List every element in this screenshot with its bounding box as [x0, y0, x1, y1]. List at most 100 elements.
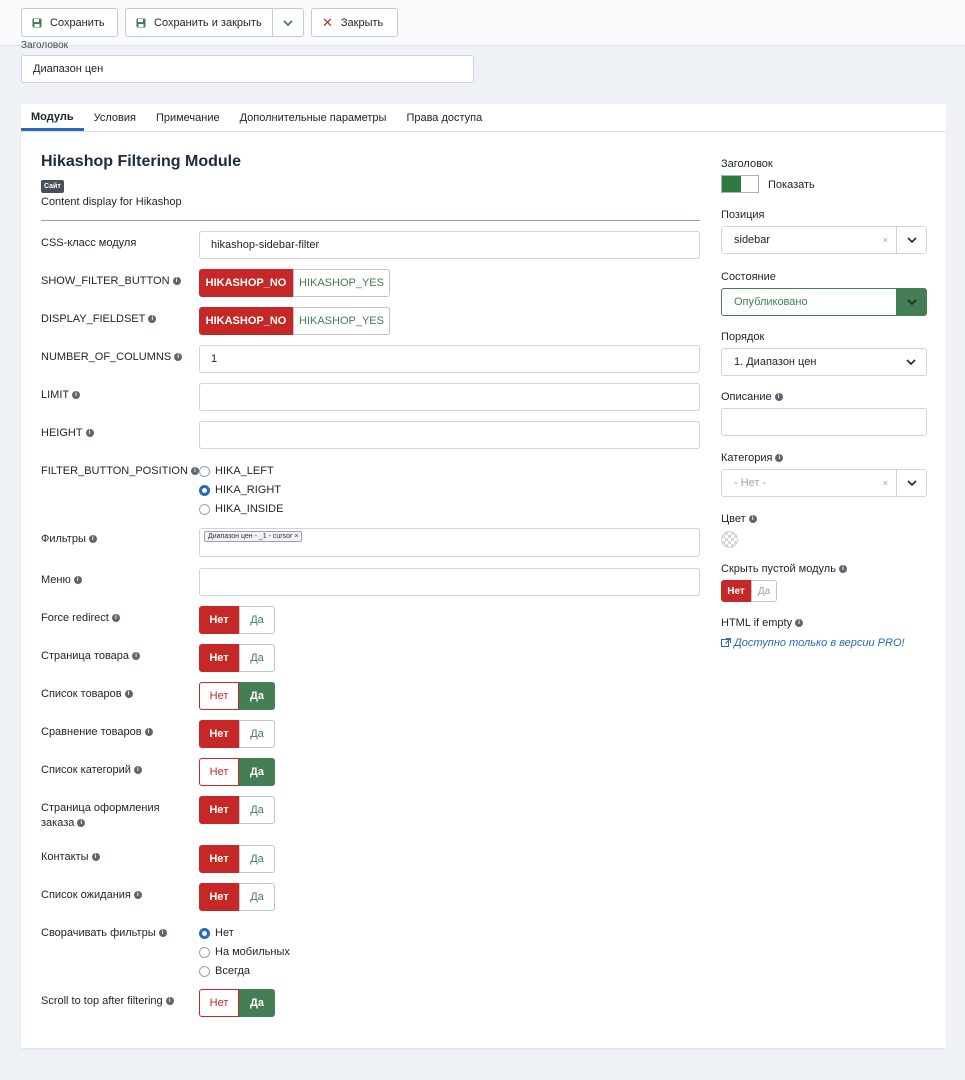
option-yes[interactable]: Да: [239, 606, 275, 634]
clear-icon[interactable]: ×: [883, 235, 896, 245]
tab-permissions[interactable]: Права доступа: [396, 104, 492, 131]
position-select[interactable]: sidebar ×: [721, 226, 927, 254]
radio-hika-left[interactable]: HIKA_LEFT: [199, 465, 274, 477]
info-icon: i: [133, 766, 142, 774]
chevron-down-icon[interactable]: [896, 470, 926, 496]
info-icon: i: [774, 393, 783, 401]
color-swatch[interactable]: [721, 531, 738, 548]
product-page-label: Страница товара i: [41, 649, 141, 664]
option-yes[interactable]: HIKASHOP_YES: [293, 269, 390, 297]
save-options-dropdown[interactable]: [272, 8, 304, 37]
option-no[interactable]: Нет: [199, 644, 239, 672]
tab-conditions[interactable]: Условия: [84, 104, 146, 131]
hide-empty-toggle: Нет Да: [721, 580, 777, 602]
info-icon: i: [838, 565, 847, 573]
collapse-filters-label: Сворачивать фильтры i: [41, 926, 167, 941]
tab-advanced[interactable]: Дополнительные параметры: [230, 104, 397, 131]
radio-collapse-always[interactable]: Всегда: [199, 965, 250, 977]
state-select[interactable]: Опубликовано: [721, 288, 927, 316]
option-yes[interactable]: Да: [239, 845, 275, 873]
checkout-page-toggle: Нет Да: [199, 796, 275, 824]
option-yes[interactable]: Да: [751, 580, 777, 602]
info-icon: i: [133, 891, 142, 899]
option-yes[interactable]: Да: [239, 989, 275, 1017]
radio-hika-right[interactable]: HIKA_RIGHT: [199, 484, 281, 496]
menu-input[interactable]: [199, 568, 700, 596]
number-of-columns-input[interactable]: 1: [199, 345, 700, 373]
external-link-icon: [721, 638, 731, 647]
info-icon: i: [72, 391, 81, 399]
option-no[interactable]: Нет: [199, 989, 239, 1017]
category-select[interactable]: - Нет - ×: [721, 469, 927, 497]
option-no[interactable]: HIKASHOP_NO: [199, 307, 293, 335]
chevron-down-icon[interactable]: [896, 289, 926, 315]
show-filter-button-label: SHOW_FILTER_BUTTON i: [41, 274, 181, 289]
display-fieldset-toggle: HIKASHOP_NO HIKASHOP_YES: [199, 307, 390, 335]
radio-button[interactable]: [199, 503, 210, 515]
chevron-down-icon[interactable]: [896, 227, 926, 253]
save-and-close-button[interactable]: Сохранить и закрыть: [125, 8, 273, 37]
save-button[interactable]: Сохранить: [21, 8, 118, 37]
option-no[interactable]: Нет: [199, 682, 239, 710]
option-yes[interactable]: Да: [239, 682, 275, 710]
category-label: Категория i: [721, 452, 784, 464]
order-select[interactable]: 1. Диапазон цен: [721, 348, 927, 376]
module-title: Hikashop Filtering Module: [41, 153, 242, 170]
option-no[interactable]: Нет: [199, 796, 239, 824]
option-no[interactable]: Нет: [199, 720, 239, 748]
color-label: Цвет i: [721, 513, 757, 525]
option-yes[interactable]: Да: [239, 883, 275, 911]
description-input[interactable]: [721, 408, 927, 436]
switch-knob: [722, 176, 741, 192]
option-no[interactable]: Нет: [199, 883, 239, 911]
pro-version-link[interactable]: Доступно только в версии PRO!: [721, 637, 905, 649]
limit-input[interactable]: [199, 383, 700, 411]
radio-button[interactable]: [199, 965, 210, 977]
clear-icon[interactable]: ×: [883, 478, 896, 488]
info-icon: i: [144, 728, 153, 736]
radio-button-selected[interactable]: [199, 927, 210, 939]
position-label: Позиция: [721, 209, 765, 221]
radio-button-selected[interactable]: [199, 484, 210, 496]
info-icon: i: [158, 929, 167, 937]
height-label: HEIGHT i: [41, 426, 94, 441]
radio-button[interactable]: [199, 465, 210, 477]
product-compare-toggle: Нет Да: [199, 720, 275, 748]
option-yes[interactable]: Да: [239, 796, 275, 824]
css-class-label: CSS-класс модуля: [41, 237, 137, 249]
product-list-toggle: Нет Да: [199, 682, 275, 710]
close-icon: ✕: [322, 14, 333, 30]
close-button[interactable]: ✕ Закрыть: [311, 8, 398, 37]
info-icon: i: [148, 315, 157, 323]
radio-button[interactable]: [199, 946, 210, 958]
option-no[interactable]: Нет: [721, 580, 751, 602]
option-no[interactable]: Нет: [199, 606, 239, 634]
show-title-switch[interactable]: [721, 175, 759, 193]
show-title-label: Заголовок: [721, 158, 773, 170]
remove-chip-icon[interactable]: ×: [294, 533, 298, 540]
option-yes[interactable]: Да: [239, 720, 275, 748]
chevron-down-icon[interactable]: [896, 349, 926, 375]
option-yes[interactable]: HIKASHOP_YES: [293, 307, 390, 335]
radio-hika-inside[interactable]: HIKA_INSIDE: [199, 503, 283, 515]
radio-collapse-no[interactable]: Нет: [199, 927, 234, 939]
tab-module[interactable]: Модуль: [21, 104, 84, 131]
css-class-input[interactable]: hikashop-sidebar-filter: [199, 231, 700, 259]
product-compare-label: Сравнение товаров i: [41, 725, 153, 740]
option-no[interactable]: HIKASHOP_NO: [199, 269, 293, 297]
info-icon: i: [77, 819, 86, 827]
option-yes[interactable]: Да: [239, 758, 275, 786]
menu-label: Меню i: [41, 573, 82, 588]
close-label: Закрыть: [340, 16, 384, 29]
display-fieldset-label: DISPLAY_FIELDSET i: [41, 312, 157, 327]
option-no[interactable]: Нет: [199, 845, 239, 873]
option-yes[interactable]: Да: [239, 644, 275, 672]
option-no[interactable]: Нет: [199, 758, 239, 786]
height-input[interactable]: [199, 421, 700, 449]
info-icon: i: [85, 429, 94, 437]
checkout-page-label: Страница оформления заказа i: [41, 802, 160, 829]
tab-note[interactable]: Примечание: [146, 104, 230, 131]
save-and-close-label: Сохранить и закрыть: [154, 16, 262, 29]
title-input[interactable]: Диапазон цен: [21, 55, 474, 83]
radio-collapse-mobile[interactable]: На мобильных: [199, 946, 290, 958]
